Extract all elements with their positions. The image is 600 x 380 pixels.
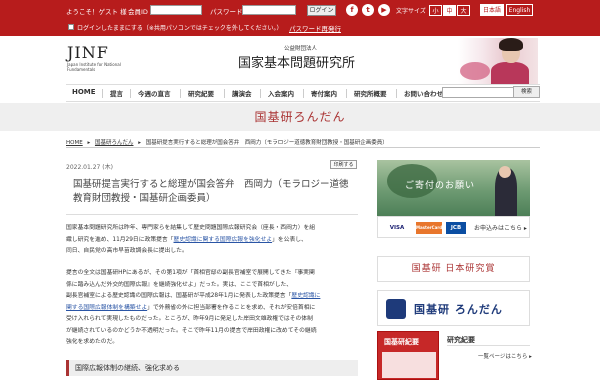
nav-chokugen[interactable]: 今週の直言 — [138, 88, 171, 98]
research-prize-label: 国基研 日本研究賞 — [411, 264, 496, 274]
rondan-banner[interactable]: 国基研 ろんだん — [377, 290, 530, 326]
paragraph-text: 」で外務省の外に担当部署を作ることを求め、それが安倍首相に — [147, 304, 316, 311]
paragraph-text: 織し研究を進め、11月29日に政策提言「 — [66, 236, 174, 243]
facebook-icon[interactable]: f — [346, 4, 358, 16]
lang-japanese[interactable]: 日本語 — [480, 4, 504, 16]
breadcrumb-current: 国基研提言実行すると総理が国会答弁 西岡力（モラロジー道徳教育財団教授・国基研企… — [145, 140, 388, 146]
paragraph-line: 副長官補室による歴史認識の国際広報は、国基研が平成28年1月に発表した政策提言「… — [66, 291, 358, 303]
font-size-large[interactable]: 大 — [457, 5, 470, 16]
article-date: 2022.01.27 (木) — [66, 164, 113, 171]
paragraph-line: が継続されているのかどうか不透明だった。そこで昨年11月の提言で岸田政権に改めて… — [66, 327, 317, 334]
logo-subtitle: Japan Institute for National Fundamental… — [67, 62, 121, 72]
site-logo[interactable]: JINF — [67, 43, 109, 62]
article-title: 国基研提言実行すると総理が国会答弁 西岡力（モラロジー道徳 教育財団教授・国基研… — [73, 178, 363, 206]
donation-banner[interactable]: ご寄付のお願い — [377, 160, 530, 216]
kiyo-cover-title: 国基研紀要 — [384, 338, 419, 346]
member-id-label: 会員ID — [128, 8, 148, 16]
font-size-medium[interactable]: 中 — [443, 5, 456, 16]
youtube-icon[interactable]: ▶ — [378, 4, 390, 16]
article-title-line: 国基研提言実行すると総理が国会答弁 西岡力（モラロジー道徳 — [73, 179, 349, 190]
nav-contact[interactable]: お問い合わせ — [404, 88, 443, 98]
search-button[interactable]: 検索 — [513, 86, 540, 98]
paragraph-line: 受け入れられて実現したものだった。ところが、昨年9月に発足した岸田文雄政権ではそ… — [66, 316, 313, 322]
password-reissue-link[interactable]: パスワード再発行 — [289, 23, 341, 33]
article-subheading: 国際広報体制の継続、強化求める — [66, 360, 358, 376]
section-title: 国基研ろんだん — [254, 110, 346, 124]
paragraph-line: 係に踏み込んだ外交的国際広報』を継続強化せよ」だった。実は、ここで首相がした、 — [66, 281, 293, 288]
paragraph-line: 関する国際広報体制を構築せよ」で外務省の外に担当部署を作ることを求め、それが安倍… — [66, 303, 358, 315]
site-name[interactable]: 国家基本問題研究所 — [238, 52, 355, 71]
org-type: 公益財団法人 — [284, 46, 318, 52]
search-input[interactable] — [442, 87, 514, 98]
title-divider — [66, 214, 358, 215]
member-id-input[interactable] — [150, 5, 202, 15]
paragraph-text: 」を公表し、 — [272, 236, 307, 243]
breadcrumb-rondan[interactable]: 国基研ろんだん — [95, 140, 134, 146]
password-input[interactable] — [242, 5, 296, 15]
breadcrumb-separator: ▸ — [138, 140, 141, 146]
mastercard-logo: MasterCard — [416, 222, 442, 234]
article-title-line: 教育財団教授・国基研企画委員） — [73, 193, 216, 204]
apply-link[interactable]: お申込みはこちら ▸ — [474, 223, 527, 232]
nav-about[interactable]: 研究所概要 — [354, 88, 387, 98]
font-size-small[interactable]: 小 — [429, 5, 442, 16]
nav-divider — [224, 89, 225, 98]
kiyo-list-link[interactable]: 一覧ページはこちら ▸ — [478, 352, 532, 360]
nav-divider — [180, 89, 181, 98]
print-button[interactable]: 印刷する — [330, 160, 357, 169]
paragraph-line: 国家基本問題研究所は昨年、専門家らを結集して歴史問題国際広報研究会（座長・西岡力… — [66, 225, 316, 231]
jinf-emblem-icon — [386, 299, 406, 319]
policy-link[interactable]: 歴史認識に関する国際広報を強化せよ — [174, 237, 273, 243]
nav-divider — [396, 89, 397, 98]
nav-home[interactable]: HOME — [72, 88, 96, 96]
visa-logo: VISA — [389, 225, 405, 231]
top-bar: ようこそ！ゲスト 様 会員ID パスワード ログイン ログインしたままにする（※… — [0, 0, 600, 36]
paragraph-line: 提言の全文は国基研HPにあるが、その第1項が「首相官邸の副長官補室で展開してきた… — [66, 270, 315, 276]
nav-divider — [260, 89, 261, 98]
keep-login-checkbox[interactable] — [68, 24, 74, 30]
policy-link[interactable]: 歴史認識に — [291, 293, 320, 299]
nav-donation[interactable]: 寄付案内 — [311, 88, 337, 98]
article-paragraph: 国家基本問題研究所は昨年、専門家らを結集して歴史問題国際広報研究会（座長・西岡力… — [66, 223, 358, 258]
nav-lecture[interactable]: 講演会 — [232, 88, 252, 98]
donation-title: ご寄付のお願い — [405, 181, 476, 191]
nav-divider — [303, 89, 304, 98]
login-button[interactable]: ログイン — [307, 5, 336, 16]
nav-membership[interactable]: 入会案内 — [268, 88, 294, 98]
keep-login-label: ログインしたままにする（※共用パソコンではチェックを外してください。） — [77, 25, 283, 32]
welcome-text: ようこそ！ゲスト 様 — [66, 8, 127, 16]
font-size-label: 文字サイズ — [396, 8, 426, 15]
research-prize-banner[interactable]: 国基研 日本研究賞 — [377, 256, 530, 282]
article-paragraph: 提言の全文は国基研HPにあるが、その第1項が「首相官邸の副長官補室で展開してきた… — [66, 268, 358, 349]
rondan-label: 国基研 ろんだん — [414, 303, 503, 316]
lang-english[interactable]: English — [506, 4, 533, 16]
kiyo-cover-image[interactable]: 国基研紀要 — [377, 331, 439, 380]
breadcrumb-separator: ▸ — [87, 140, 91, 146]
kiyo-cover-strip — [382, 352, 436, 378]
nav-divider — [346, 89, 347, 98]
nav-divider — [102, 89, 103, 98]
breadcrumb-divider — [66, 147, 540, 148]
jcb-logo: JCB — [446, 222, 466, 234]
payment-box[interactable]: VISA MasterCard JCB お申込みはこちら ▸ — [377, 216, 530, 238]
paragraph-line: 強化を求めたのだ。 — [66, 339, 118, 345]
nav-teigen[interactable]: 提言 — [110, 88, 123, 98]
kiyo-divider — [447, 345, 530, 346]
paragraph-line: 織し研究を進め、11月29日に政策提言「歴史認識に関する国際広報を強化せよ」を公… — [66, 235, 358, 247]
kiyo-heading: 研究紀要 — [447, 336, 475, 344]
password-label: パスワード — [210, 8, 243, 16]
paragraph-text: 副長官補室による歴史認識の国際広報は、国基研が平成28年1月に発表した政策提言「 — [66, 293, 292, 299]
paragraph-line: 同日、自民党の高市早苗政調会長に提出した。 — [66, 248, 188, 254]
twitter-icon[interactable]: t — [362, 4, 374, 16]
policy-link[interactable]: 関する国際広報体制を構築せよ — [66, 305, 147, 311]
portrait-face — [499, 166, 511, 178]
breadcrumb: HOME ▸ 国基研ろんだん ▸ 国基研提言実行すると総理が国会答弁 西岡力（モ… — [66, 138, 391, 146]
president-portrait — [458, 38, 538, 84]
nav-kiyo[interactable]: 研究紀要 — [188, 88, 214, 98]
nav-divider — [130, 89, 131, 98]
breadcrumb-home[interactable]: HOME — [66, 140, 83, 146]
